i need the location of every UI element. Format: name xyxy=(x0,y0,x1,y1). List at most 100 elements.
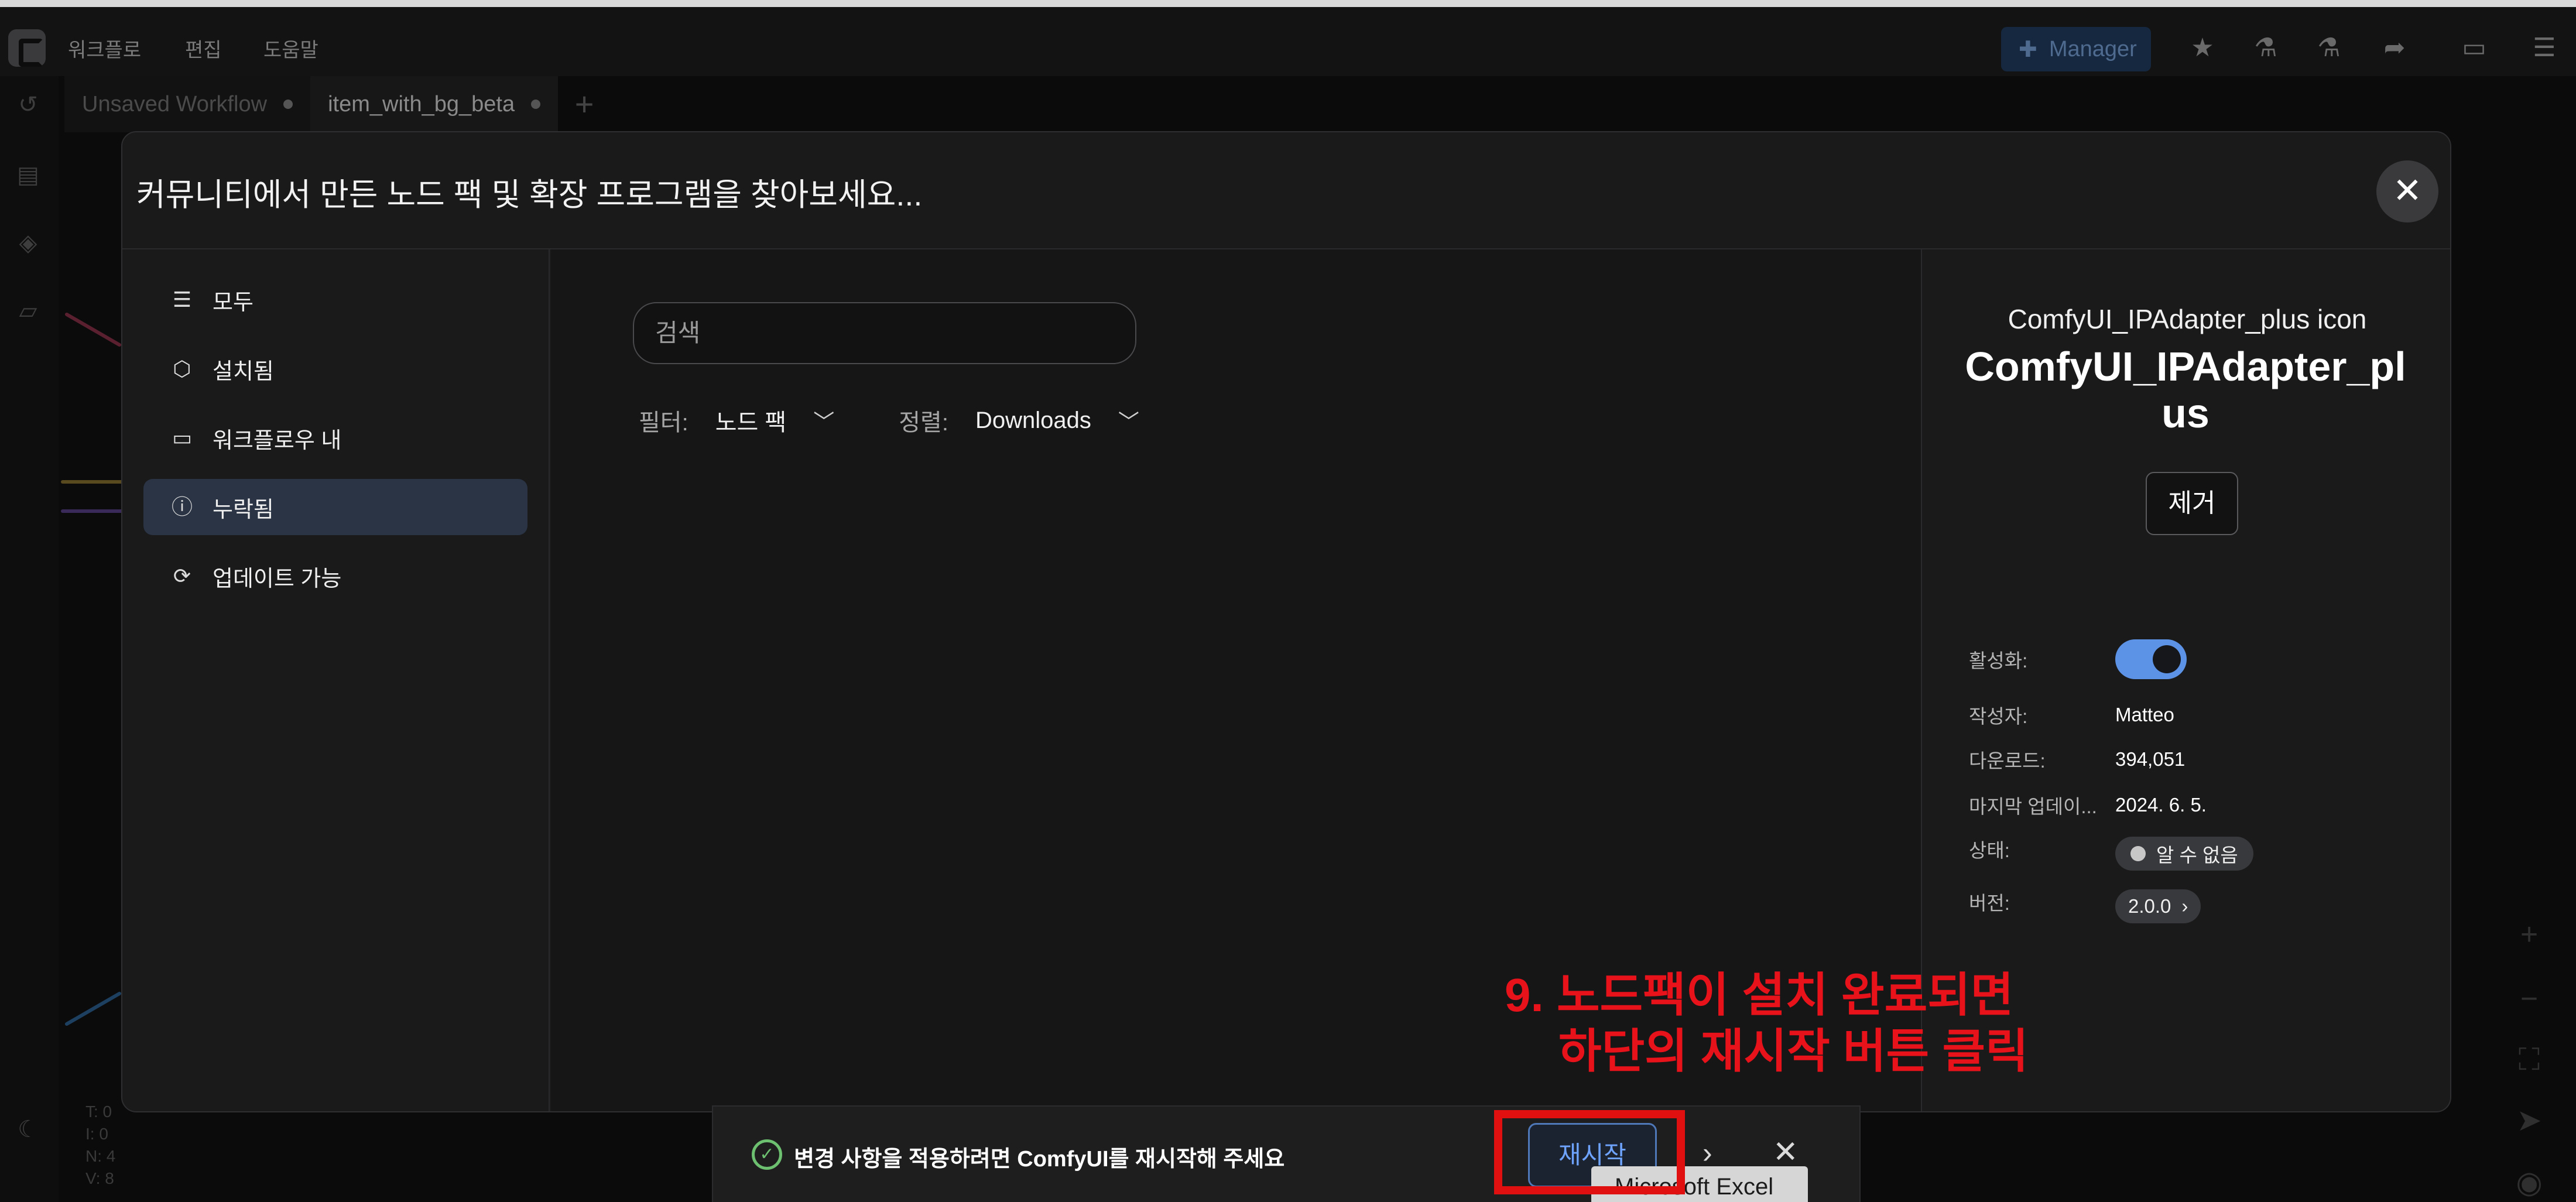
canvas-info: T: 0 I: 0 N: 4 V: 8 xyxy=(85,1101,115,1190)
chevron-down-icon[interactable]: ﹀ xyxy=(1118,405,1139,436)
sidebar-item-updatable[interactable]: ⟳ 업데이트 가능 xyxy=(143,548,527,604)
sidebar-item-label: 업데이트 가능 xyxy=(213,566,342,591)
version-selector[interactable]: 2.0.0 › xyxy=(2115,889,2201,923)
manager-button[interactable]: ✚ Manager xyxy=(2001,27,2151,71)
menu-help[interactable]: 도움말 xyxy=(263,34,318,63)
canvas-info-line: V: 8 xyxy=(85,1169,114,1187)
version-value: 2.0.0 xyxy=(2128,895,2171,917)
menu-workflow[interactable]: 워크플로 xyxy=(68,34,141,63)
search-input[interactable]: 검색 xyxy=(633,302,1136,364)
dialog-sidebar: ☰ 모두 ⬡ 설치됨 ▭ 워크플로우 내 ⓘ 누락됨 ⟳ 업데이트 가능 xyxy=(122,249,550,1111)
theme-moon-icon[interactable]: ☾ xyxy=(13,1116,43,1146)
fit-view-icon[interactable]: ⛶ xyxy=(2512,1042,2547,1077)
history-icon[interactable]: ↺ xyxy=(13,91,43,122)
meta-key: 마지막 업데이... xyxy=(1969,796,2097,817)
chevron-right-icon[interactable]: › xyxy=(1703,1136,1712,1170)
close-dialog-button[interactable]: ✕ xyxy=(2376,160,2438,222)
canvas-wire xyxy=(64,311,122,348)
status-badge: 알 수 없음 xyxy=(2115,837,2253,871)
dialog-header: 커뮤니티에서 만든 노드 팩 및 확장 프로그램을 찾아보세요... ✕ xyxy=(122,132,2450,249)
downloads-value: 394,051 xyxy=(2115,748,2186,770)
enabled-toggle[interactable] xyxy=(2115,639,2187,679)
canvas-wire xyxy=(61,480,125,484)
flask-icon[interactable]: ⚗ xyxy=(2250,33,2281,63)
sort-dropdown[interactable]: Downloads xyxy=(975,407,1091,434)
filter-label: 필터: xyxy=(639,410,688,436)
model-library-icon[interactable]: ◈ xyxy=(13,230,43,260)
top-strip xyxy=(0,0,2576,7)
flask-alt-icon[interactable]: ⚗ xyxy=(2314,33,2344,63)
sidebar-item-installed[interactable]: ⬡ 설치됨 xyxy=(143,341,527,397)
status-value: 알 수 없음 xyxy=(2156,844,2238,866)
workflow-tabs: Unsaved Workflow item_with_bg_beta + xyxy=(64,76,611,132)
meta-status: 상태: 알 수 없음 xyxy=(1969,835,2253,872)
dialog-title: 커뮤니티에서 만든 노드 팩 및 확장 프로그램을 찾아보세요... xyxy=(136,177,923,213)
star-icon[interactable]: ★ xyxy=(2187,33,2218,63)
tab-item-with-bg-beta[interactable]: item_with_bg_beta xyxy=(310,76,559,132)
author-value: Matteo xyxy=(2115,704,2174,725)
filter-row: 필터: 노드 팩 ﹀ 정렬: Downloads ﹀ xyxy=(639,403,1204,438)
eye-icon[interactable]: ◉ xyxy=(2512,1165,2547,1200)
annotation-text: 9. 노드팩이 설치 완료되면 하단의 재시작 버튼 클릭 xyxy=(1505,967,2029,1080)
meta-key: 다운로드: xyxy=(1969,750,2046,772)
manager-label: Manager xyxy=(2049,36,2137,61)
sidebar-item-label: 누락됨 xyxy=(213,497,274,522)
tab-label: Unsaved Workflow xyxy=(82,91,268,117)
canvas-wire xyxy=(61,509,125,513)
panel-icon[interactable]: ▭ xyxy=(2459,33,2489,63)
sidebar-item-all[interactable]: ☰ 모두 xyxy=(143,272,527,328)
meta-key: 작성자: xyxy=(1969,706,2028,727)
sort-label: 정렬: xyxy=(899,410,948,436)
annotation-highlight-box xyxy=(1494,1110,1685,1194)
pointer-icon[interactable]: ➤ xyxy=(2512,1103,2547,1138)
meta-author: 작성자: Matteo xyxy=(1969,700,2174,730)
left-rail: ↺ ▤ ◈ ▱ ☾ xyxy=(0,76,59,1202)
canvas-wire xyxy=(64,991,122,1027)
alert-circle-icon: ⓘ xyxy=(171,495,193,519)
status-dot-icon xyxy=(2130,846,2146,861)
meta-key: 활성화: xyxy=(1969,650,2028,672)
queue-icon[interactable]: ▤ xyxy=(13,162,43,192)
share-icon[interactable]: ➦ xyxy=(2379,33,2410,63)
tab-unsaved-workflow[interactable]: Unsaved Workflow xyxy=(64,76,311,132)
meta-key: 상태: xyxy=(1969,840,2010,861)
chevron-right-icon: › xyxy=(2181,895,2188,917)
node-manager-dialog: 커뮤니티에서 만든 노드 팩 및 확장 프로그램을 찾아보세요... ✕ ☰ 모… xyxy=(121,131,2451,1112)
canvas-info-line: N: 4 xyxy=(85,1147,116,1165)
folder-icon: ▭ xyxy=(172,426,192,450)
last-updated-value: 2024. 6. 5. xyxy=(2115,794,2207,816)
menu-edit[interactable]: 편집 xyxy=(185,34,222,63)
add-tab-icon[interactable]: + xyxy=(558,76,611,132)
list-icon: ☰ xyxy=(172,287,192,311)
hamburger-menu-icon[interactable]: ☰ xyxy=(2529,33,2560,63)
unsaved-dot-icon xyxy=(531,100,541,109)
zoom-in-icon[interactable]: + xyxy=(2512,917,2547,952)
filter-dropdown[interactable]: 노드 팩 xyxy=(715,403,787,437)
workflows-folder-icon[interactable]: ▱ xyxy=(13,297,43,328)
toast-message: 변경 사항을 적용하려면 ComfyUI를 재시작해 주세요 xyxy=(794,1147,1285,1172)
sidebar-item-in-workflow[interactable]: ▭ 워크플로우 내 xyxy=(143,410,527,466)
annotation-line: 9. 노드팩이 설치 완료되면 xyxy=(1505,969,2014,1021)
pack-name: ComfyUI_IPAdapter_plus xyxy=(1965,344,2406,436)
close-icon[interactable]: ✕ xyxy=(1773,1135,1799,1170)
canvas-info-line: I: 0 xyxy=(85,1125,108,1143)
meta-key: 버전: xyxy=(1969,892,2010,914)
meta-enabled: 활성화: xyxy=(1969,636,2187,683)
sidebar-item-label: 워크플로우 내 xyxy=(213,428,342,453)
sidebar-item-label: 설치됨 xyxy=(213,359,274,384)
unsaved-dot-icon xyxy=(283,100,293,109)
sidebar-item-label: 모두 xyxy=(213,290,254,315)
check-circle-icon: ✓ xyxy=(752,1139,782,1170)
sidebar-item-missing[interactable]: ⓘ 누락됨 xyxy=(143,479,527,535)
chevron-down-icon[interactable]: ﹀ xyxy=(813,405,834,436)
canvas-info-line: T: 0 xyxy=(85,1102,112,1121)
remove-button[interactable]: 제거 xyxy=(2146,472,2238,535)
puzzle-icon: ✚ xyxy=(2019,37,2037,62)
meta-version: 버전: 2.0.0 › xyxy=(1969,888,2201,925)
annotation-line: 하단의 재시작 버튼 클릭 xyxy=(1558,1025,2029,1077)
app-menubar: 워크플로 편집 도움말 ✚ Manager ★ ⚗ ⚗ ➦ ▭ ☰ xyxy=(0,7,2576,76)
meta-last-updated: 마지막 업데이... 2024. 6. 5. xyxy=(1969,790,2207,820)
zoom-out-icon[interactable]: − xyxy=(2512,981,2547,1016)
pack-icon-image: ComfyUI_IPAdapter_plus icon xyxy=(2008,304,2367,334)
comfyui-logo-icon[interactable] xyxy=(8,29,46,67)
